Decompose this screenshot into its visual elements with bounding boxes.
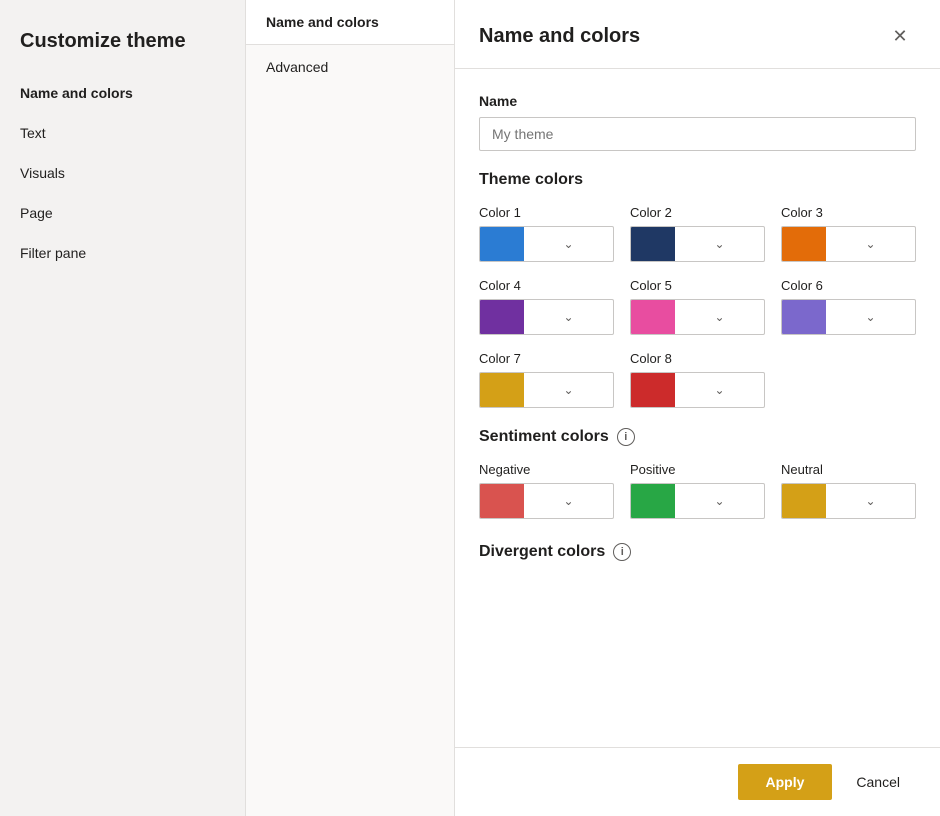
main-panel-title: Name and colors bbox=[479, 25, 640, 48]
color-3-chevron-icon: ⌄ bbox=[826, 237, 915, 251]
positive-dropdown[interactable]: ⌄ bbox=[630, 483, 765, 519]
divergent-colors-heading: Divergent colors i bbox=[479, 543, 916, 561]
sidebar-item-name-and-colors[interactable]: Name and colors bbox=[0, 73, 245, 113]
positive-chevron-icon: ⌄ bbox=[675, 494, 764, 508]
theme-colors-heading: Theme colors bbox=[479, 171, 916, 189]
sidebar-title: Customize theme bbox=[0, 20, 245, 73]
sentiment-colors-grid: Negative ⌄ Positive ⌄ Neutral ⌄ bbox=[479, 462, 916, 519]
negative-chevron-icon: ⌄ bbox=[524, 494, 613, 508]
positive-swatch bbox=[631, 484, 675, 518]
color-item-2: Color 2 ⌄ bbox=[630, 205, 765, 262]
theme-colors-grid: Color 1 ⌄ Color 2 ⌄ Color 3 ⌄ bbox=[479, 205, 916, 408]
color-5-chevron-icon: ⌄ bbox=[675, 310, 764, 324]
apply-button[interactable]: Apply bbox=[738, 764, 833, 800]
sentiment-info-icon: i bbox=[617, 428, 635, 446]
sentiment-positive: Positive ⌄ bbox=[630, 462, 765, 519]
color-1-dropdown[interactable]: ⌄ bbox=[479, 226, 614, 262]
neutral-label: Neutral bbox=[781, 462, 916, 477]
positive-label: Positive bbox=[630, 462, 765, 477]
color-1-label: Color 1 bbox=[479, 205, 614, 220]
sentiment-colors-heading: Sentiment colors i bbox=[479, 428, 916, 446]
color-6-dropdown[interactable]: ⌄ bbox=[781, 299, 916, 335]
neutral-swatch bbox=[782, 484, 826, 518]
sidebar-item-page[interactable]: Page bbox=[0, 193, 245, 233]
sidebar: Customize theme Name and colors Text Vis… bbox=[0, 0, 245, 816]
name-label: Name bbox=[479, 93, 916, 109]
color-7-dropdown[interactable]: ⌄ bbox=[479, 372, 614, 408]
color-item-8: Color 8 ⌄ bbox=[630, 351, 765, 408]
close-button[interactable]: ✕ bbox=[884, 20, 916, 52]
color-2-swatch bbox=[631, 227, 675, 261]
sidebar-item-visuals[interactable]: Visuals bbox=[0, 153, 245, 193]
sidebar-item-filter-pane[interactable]: Filter pane bbox=[0, 233, 245, 273]
sentiment-neutral: Neutral ⌄ bbox=[781, 462, 916, 519]
sidebar-item-text[interactable]: Text bbox=[0, 113, 245, 153]
main-panel: Name and colors ✕ Name Theme colors Colo… bbox=[455, 0, 940, 816]
color-item-3: Color 3 ⌄ bbox=[781, 205, 916, 262]
color-7-swatch bbox=[480, 373, 524, 407]
cancel-button[interactable]: Cancel bbox=[840, 764, 916, 800]
color-5-dropdown[interactable]: ⌄ bbox=[630, 299, 765, 335]
main-content: Name Theme colors Color 1 ⌄ Color 2 ⌄ bbox=[455, 69, 940, 747]
negative-label: Negative bbox=[479, 462, 614, 477]
color-1-chevron-icon: ⌄ bbox=[524, 237, 613, 251]
color-7-label: Color 7 bbox=[479, 351, 614, 366]
color-5-swatch bbox=[631, 300, 675, 334]
tab-name-and-colors[interactable]: Name and colors bbox=[246, 0, 454, 45]
color-8-label: Color 8 bbox=[630, 351, 765, 366]
color-item-6: Color 6 ⌄ bbox=[781, 278, 916, 335]
theme-name-input[interactable] bbox=[479, 117, 916, 151]
color-4-label: Color 4 bbox=[479, 278, 614, 293]
color-item-1: Color 1 ⌄ bbox=[479, 205, 614, 262]
color-5-label: Color 5 bbox=[630, 278, 765, 293]
middle-panel: Name and colors Advanced bbox=[245, 0, 455, 816]
divergent-info-icon: i bbox=[613, 543, 631, 561]
color-6-chevron-icon: ⌄ bbox=[826, 310, 915, 324]
color-item-4: Color 4 ⌄ bbox=[479, 278, 614, 335]
main-footer: Apply Cancel bbox=[455, 747, 940, 816]
color-2-label: Color 2 bbox=[630, 205, 765, 220]
color-8-dropdown[interactable]: ⌄ bbox=[630, 372, 765, 408]
color-4-swatch bbox=[480, 300, 524, 334]
color-8-chevron-icon: ⌄ bbox=[675, 383, 764, 397]
color-item-5: Color 5 ⌄ bbox=[630, 278, 765, 335]
negative-swatch bbox=[480, 484, 524, 518]
color-8-swatch bbox=[631, 373, 675, 407]
neutral-dropdown[interactable]: ⌄ bbox=[781, 483, 916, 519]
sentiment-negative: Negative ⌄ bbox=[479, 462, 614, 519]
color-4-chevron-icon: ⌄ bbox=[524, 310, 613, 324]
color-6-swatch bbox=[782, 300, 826, 334]
color-6-label: Color 6 bbox=[781, 278, 916, 293]
color-3-dropdown[interactable]: ⌄ bbox=[781, 226, 916, 262]
negative-dropdown[interactable]: ⌄ bbox=[479, 483, 614, 519]
color-2-chevron-icon: ⌄ bbox=[675, 237, 764, 251]
tab-advanced[interactable]: Advanced bbox=[246, 45, 454, 89]
neutral-chevron-icon: ⌄ bbox=[826, 494, 915, 508]
color-1-swatch bbox=[480, 227, 524, 261]
color-3-label: Color 3 bbox=[781, 205, 916, 220]
main-header: Name and colors ✕ bbox=[455, 0, 940, 69]
color-7-chevron-icon: ⌄ bbox=[524, 383, 613, 397]
color-4-dropdown[interactable]: ⌄ bbox=[479, 299, 614, 335]
color-item-7: Color 7 ⌄ bbox=[479, 351, 614, 408]
color-3-swatch bbox=[782, 227, 826, 261]
color-2-dropdown[interactable]: ⌄ bbox=[630, 226, 765, 262]
